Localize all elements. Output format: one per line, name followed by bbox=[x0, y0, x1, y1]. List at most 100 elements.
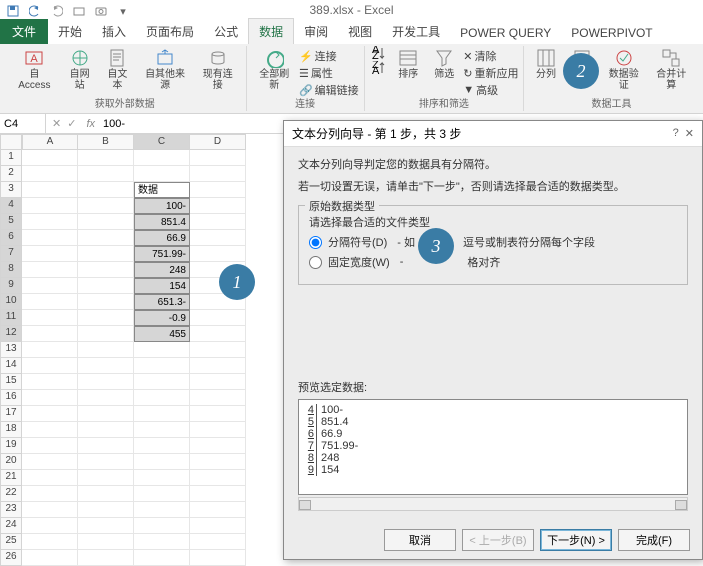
row-head[interactable]: 22 bbox=[0, 486, 22, 502]
cell[interactable]: 455 bbox=[134, 326, 190, 342]
row-head[interactable]: 7 bbox=[0, 246, 22, 262]
row-head[interactable]: 21 bbox=[0, 470, 22, 486]
cell[interactable] bbox=[134, 374, 190, 390]
preview-hscroll[interactable] bbox=[298, 497, 688, 511]
cell[interactable] bbox=[22, 262, 78, 278]
cell[interactable] bbox=[22, 214, 78, 230]
cell[interactable] bbox=[134, 454, 190, 470]
cell[interactable] bbox=[190, 230, 246, 246]
cell[interactable] bbox=[78, 454, 134, 470]
cell[interactable] bbox=[22, 438, 78, 454]
col-head-c[interactable]: C bbox=[134, 134, 190, 150]
cell[interactable] bbox=[22, 486, 78, 502]
cell[interactable] bbox=[78, 150, 134, 166]
dialog-close-icon[interactable]: ✕ bbox=[685, 127, 694, 140]
cell[interactable] bbox=[134, 422, 190, 438]
row-head[interactable]: 13 bbox=[0, 342, 22, 358]
cell[interactable] bbox=[22, 182, 78, 198]
cell[interactable] bbox=[190, 390, 246, 406]
cell[interactable] bbox=[78, 310, 134, 326]
finish-button[interactable]: 完成(F) bbox=[618, 529, 690, 551]
cell[interactable]: -0.9 bbox=[134, 310, 190, 326]
cell[interactable] bbox=[78, 214, 134, 230]
cancel-button[interactable]: 取消 bbox=[384, 529, 456, 551]
cell[interactable]: 851.4 bbox=[134, 214, 190, 230]
cell[interactable] bbox=[134, 342, 190, 358]
cell[interactable] bbox=[134, 166, 190, 182]
cell[interactable] bbox=[134, 518, 190, 534]
row-head[interactable]: 18 bbox=[0, 422, 22, 438]
cell[interactable] bbox=[190, 470, 246, 486]
row-head[interactable]: 14 bbox=[0, 358, 22, 374]
cell[interactable] bbox=[22, 390, 78, 406]
tab-powerquery[interactable]: POWER QUERY bbox=[450, 22, 561, 44]
cell[interactable] bbox=[190, 358, 246, 374]
cell[interactable] bbox=[22, 230, 78, 246]
cell[interactable] bbox=[78, 294, 134, 310]
qat-more-icon[interactable]: ▾ bbox=[116, 4, 130, 18]
row-head[interactable]: 24 bbox=[0, 518, 22, 534]
cell[interactable] bbox=[22, 278, 78, 294]
camera-icon[interactable] bbox=[94, 4, 108, 18]
cell[interactable] bbox=[190, 550, 246, 566]
from-text-button[interactable]: 自文本 bbox=[99, 46, 135, 93]
clear-filter-item[interactable]: ✕清除 bbox=[463, 48, 518, 64]
cell[interactable] bbox=[78, 534, 134, 550]
name-box[interactable]: C4 bbox=[0, 114, 46, 133]
cell[interactable] bbox=[22, 518, 78, 534]
cell[interactable] bbox=[22, 166, 78, 182]
cell[interactable] bbox=[22, 422, 78, 438]
cell[interactable] bbox=[134, 390, 190, 406]
cell[interactable] bbox=[22, 358, 78, 374]
cell[interactable] bbox=[22, 502, 78, 518]
cell[interactable] bbox=[134, 150, 190, 166]
tab-file[interactable]: 文件 bbox=[0, 19, 48, 44]
row-head[interactable]: 10 bbox=[0, 294, 22, 310]
text-to-columns-button[interactable]: 分列 bbox=[529, 46, 563, 82]
cell[interactable] bbox=[190, 326, 246, 342]
dialog-help-icon[interactable]: ? bbox=[673, 127, 679, 140]
delimited-radio-input[interactable] bbox=[309, 236, 322, 249]
cell[interactable] bbox=[190, 374, 246, 390]
cell[interactable] bbox=[22, 374, 78, 390]
cell[interactable] bbox=[22, 550, 78, 566]
fx-icon[interactable]: fx bbox=[86, 118, 95, 130]
cell[interactable] bbox=[78, 198, 134, 214]
tab-review[interactable]: 审阅 bbox=[294, 19, 338, 44]
row-head[interactable]: 15 bbox=[0, 374, 22, 390]
undo-icon[interactable] bbox=[28, 4, 42, 18]
cell[interactable] bbox=[190, 502, 246, 518]
col-head-d[interactable]: D bbox=[190, 134, 246, 150]
qat-icon[interactable] bbox=[72, 4, 86, 18]
cell[interactable] bbox=[78, 470, 134, 486]
cell[interactable] bbox=[190, 310, 246, 326]
cell[interactable] bbox=[190, 422, 246, 438]
tab-home[interactable]: 开始 bbox=[48, 19, 92, 44]
cell[interactable] bbox=[78, 358, 134, 374]
tab-layout[interactable]: 页面布局 bbox=[136, 19, 204, 44]
cell[interactable] bbox=[78, 486, 134, 502]
tab-formulas[interactable]: 公式 bbox=[204, 19, 248, 44]
dialog-titlebar[interactable]: 文本分列向导 - 第 1 步，共 3 步 ? ✕ bbox=[284, 121, 702, 147]
fixed-width-radio[interactable]: 固定宽度(W) - 格对齐 bbox=[309, 254, 677, 270]
cell[interactable] bbox=[134, 358, 190, 374]
row-head[interactable]: 1 bbox=[0, 150, 22, 166]
cell[interactable] bbox=[190, 406, 246, 422]
cell[interactable] bbox=[22, 470, 78, 486]
next-button[interactable]: 下一步(N) > bbox=[540, 529, 612, 551]
cell[interactable] bbox=[22, 342, 78, 358]
cell[interactable] bbox=[22, 326, 78, 342]
cell[interactable] bbox=[22, 534, 78, 550]
cell[interactable]: 651.3- bbox=[134, 294, 190, 310]
row-head[interactable]: 19 bbox=[0, 438, 22, 454]
cell[interactable] bbox=[78, 390, 134, 406]
cell[interactable] bbox=[134, 502, 190, 518]
cell[interactable] bbox=[78, 438, 134, 454]
cell[interactable] bbox=[78, 550, 134, 566]
cell[interactable] bbox=[134, 486, 190, 502]
cell[interactable] bbox=[190, 518, 246, 534]
cell[interactable]: 数据 bbox=[134, 182, 190, 198]
cell[interactable] bbox=[78, 502, 134, 518]
row-head[interactable]: 9 bbox=[0, 278, 22, 294]
save-icon[interactable] bbox=[6, 4, 20, 18]
